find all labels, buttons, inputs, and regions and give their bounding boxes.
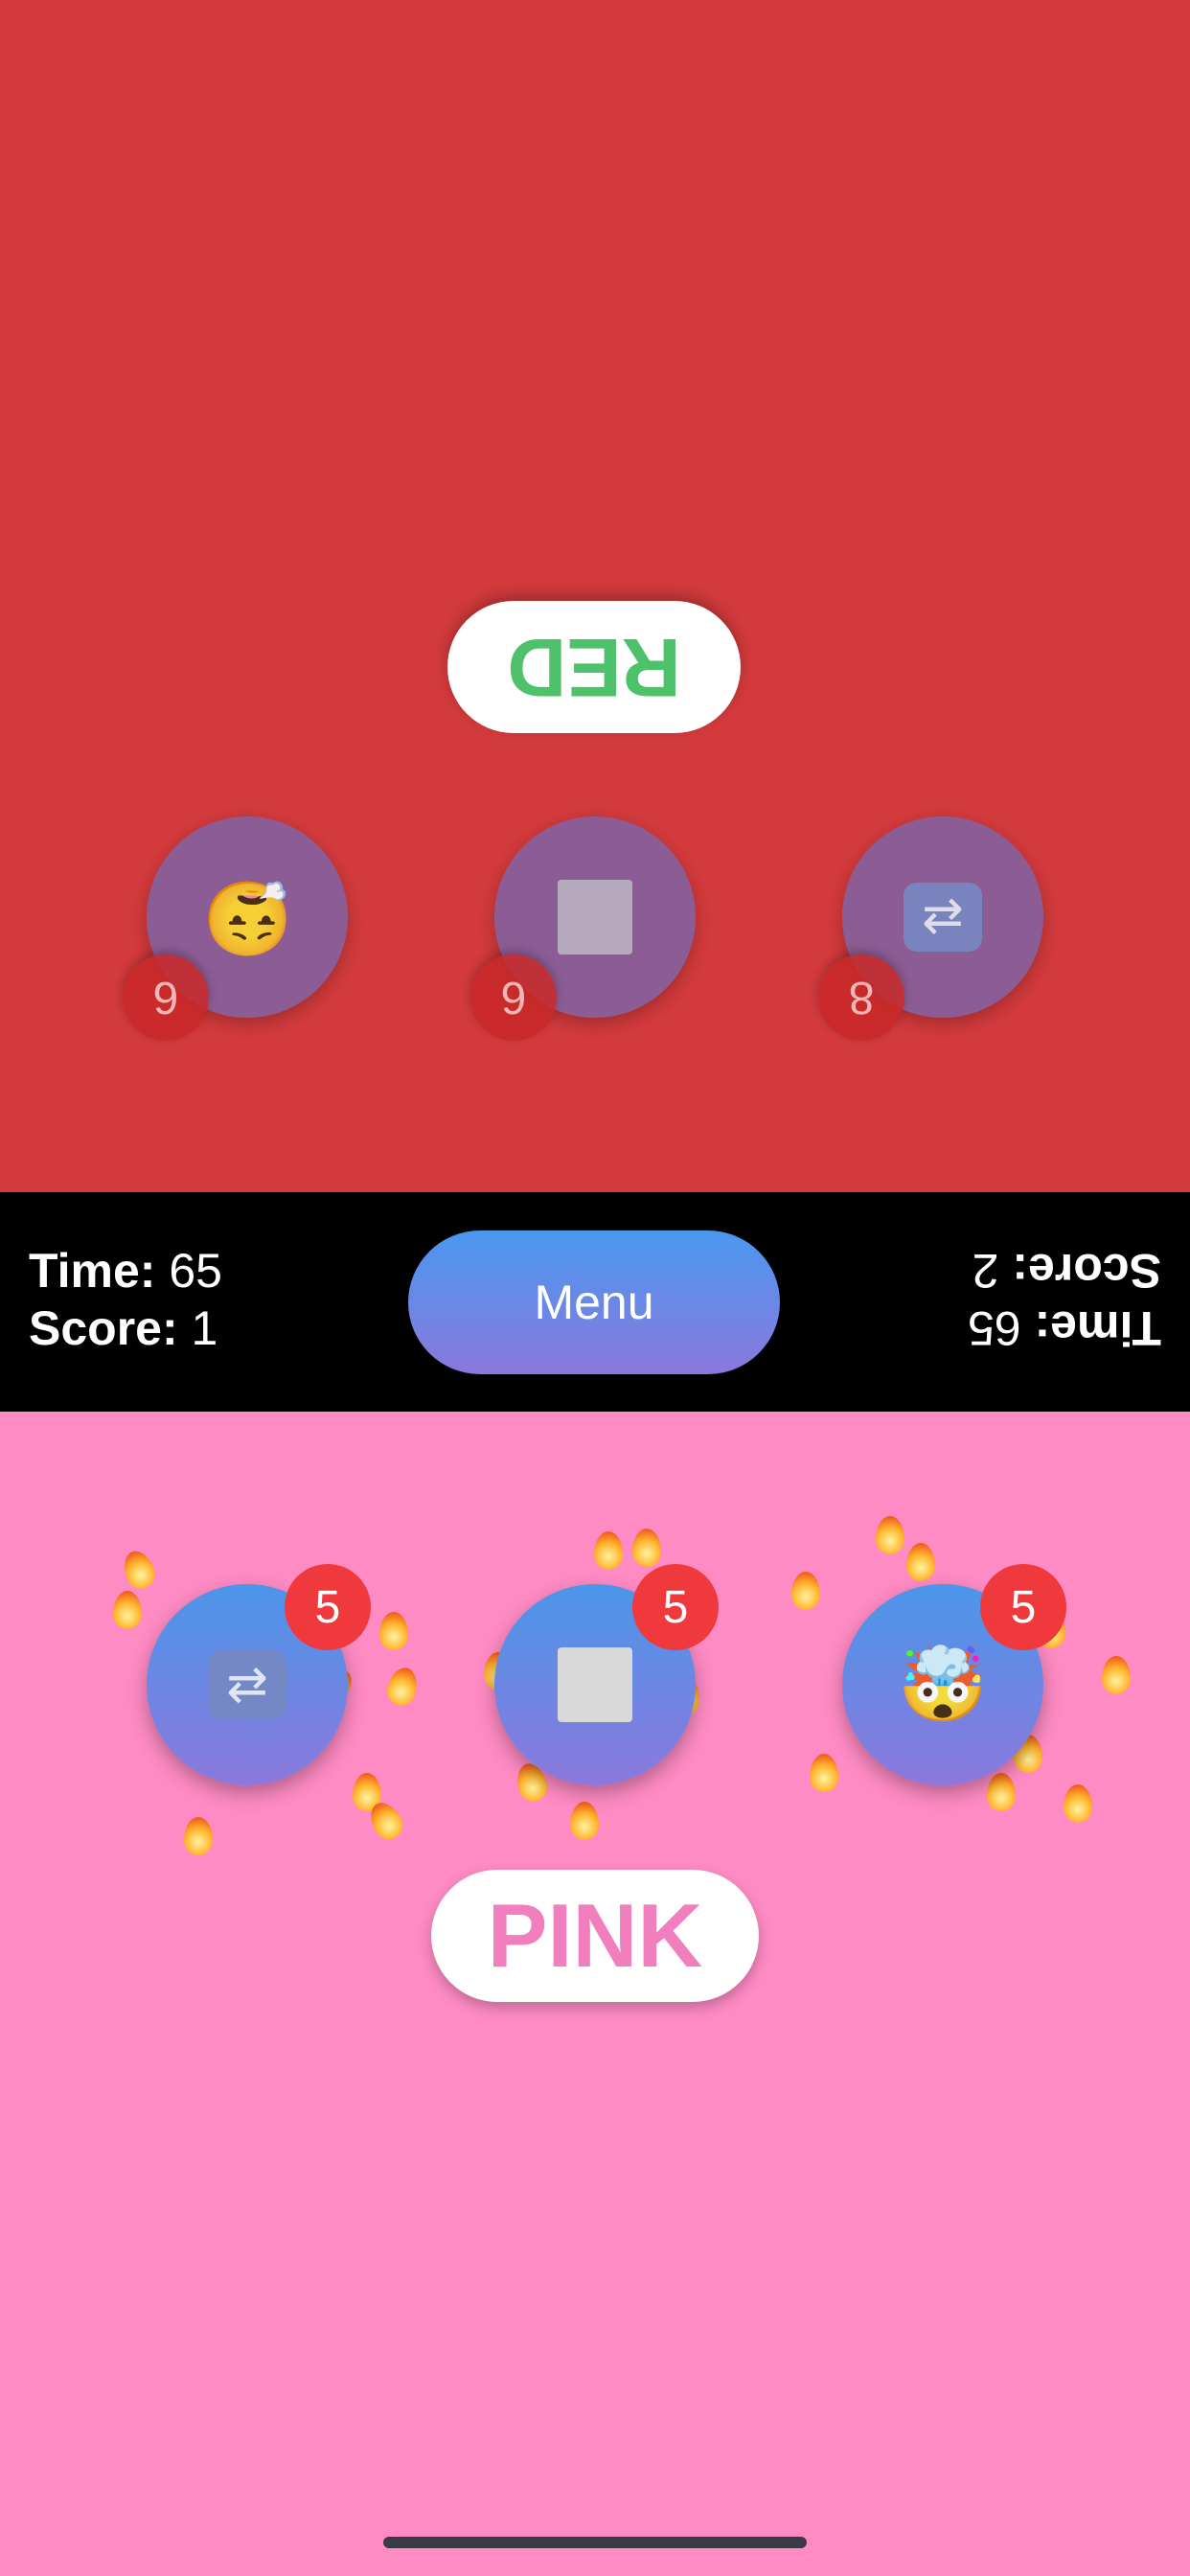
- score-label: Score:: [1012, 1244, 1161, 1298]
- menu-button[interactable]: Menu: [408, 1230, 780, 1374]
- top-power-count-1: 6: [123, 954, 209, 1041]
- stop-square-icon: [558, 880, 632, 954]
- top-power-count-3: 8: [818, 954, 904, 1041]
- time-label: Time:: [29, 1244, 156, 1298]
- score-value: 2: [972, 1244, 999, 1298]
- bottom-color-word: PINK: [431, 1870, 759, 2002]
- score-value: 1: [191, 1301, 218, 1355]
- home-indicator[interactable]: [383, 2537, 807, 2548]
- score-label: Score:: [29, 1301, 178, 1355]
- exploding-head-icon: 🤯: [897, 1644, 989, 1726]
- bottom-player-stats: Time: 65 Score: 1: [29, 1242, 222, 1357]
- bottom-power-count-2: 5: [632, 1564, 719, 1650]
- stop-square-icon: [558, 1647, 632, 1722]
- shuffle-icon: ⇄: [208, 1650, 286, 1719]
- bottom-score-row: Score: 1: [29, 1300, 222, 1357]
- bottom-color-word-text: PINK: [487, 1885, 703, 1986]
- top-color-word-text: RED: [507, 621, 681, 714]
- top-score-row: Score: 2: [968, 1242, 1161, 1300]
- top-player-stats: Time: 65 Score: 2: [968, 1242, 1161, 1357]
- bottom-power-count-3: 5: [980, 1564, 1066, 1650]
- face-exhaling-icon: 😮‍💨: [201, 876, 293, 957]
- top-color-word: RED: [447, 601, 741, 733]
- top-power-count-2: 6: [470, 954, 557, 1041]
- time-label: Time:: [1034, 1301, 1161, 1355]
- time-value: 65: [169, 1244, 222, 1298]
- top-time-row: Time: 65: [968, 1300, 1161, 1357]
- bottom-time-row: Time: 65: [29, 1242, 222, 1300]
- top-player-panel: RED 😮‍💨 6 6 ⇄ 8: [0, 0, 1190, 1192]
- time-value: 65: [968, 1301, 1021, 1355]
- shuffle-icon: ⇄: [904, 883, 982, 952]
- bottom-power-count-1: 5: [285, 1564, 371, 1650]
